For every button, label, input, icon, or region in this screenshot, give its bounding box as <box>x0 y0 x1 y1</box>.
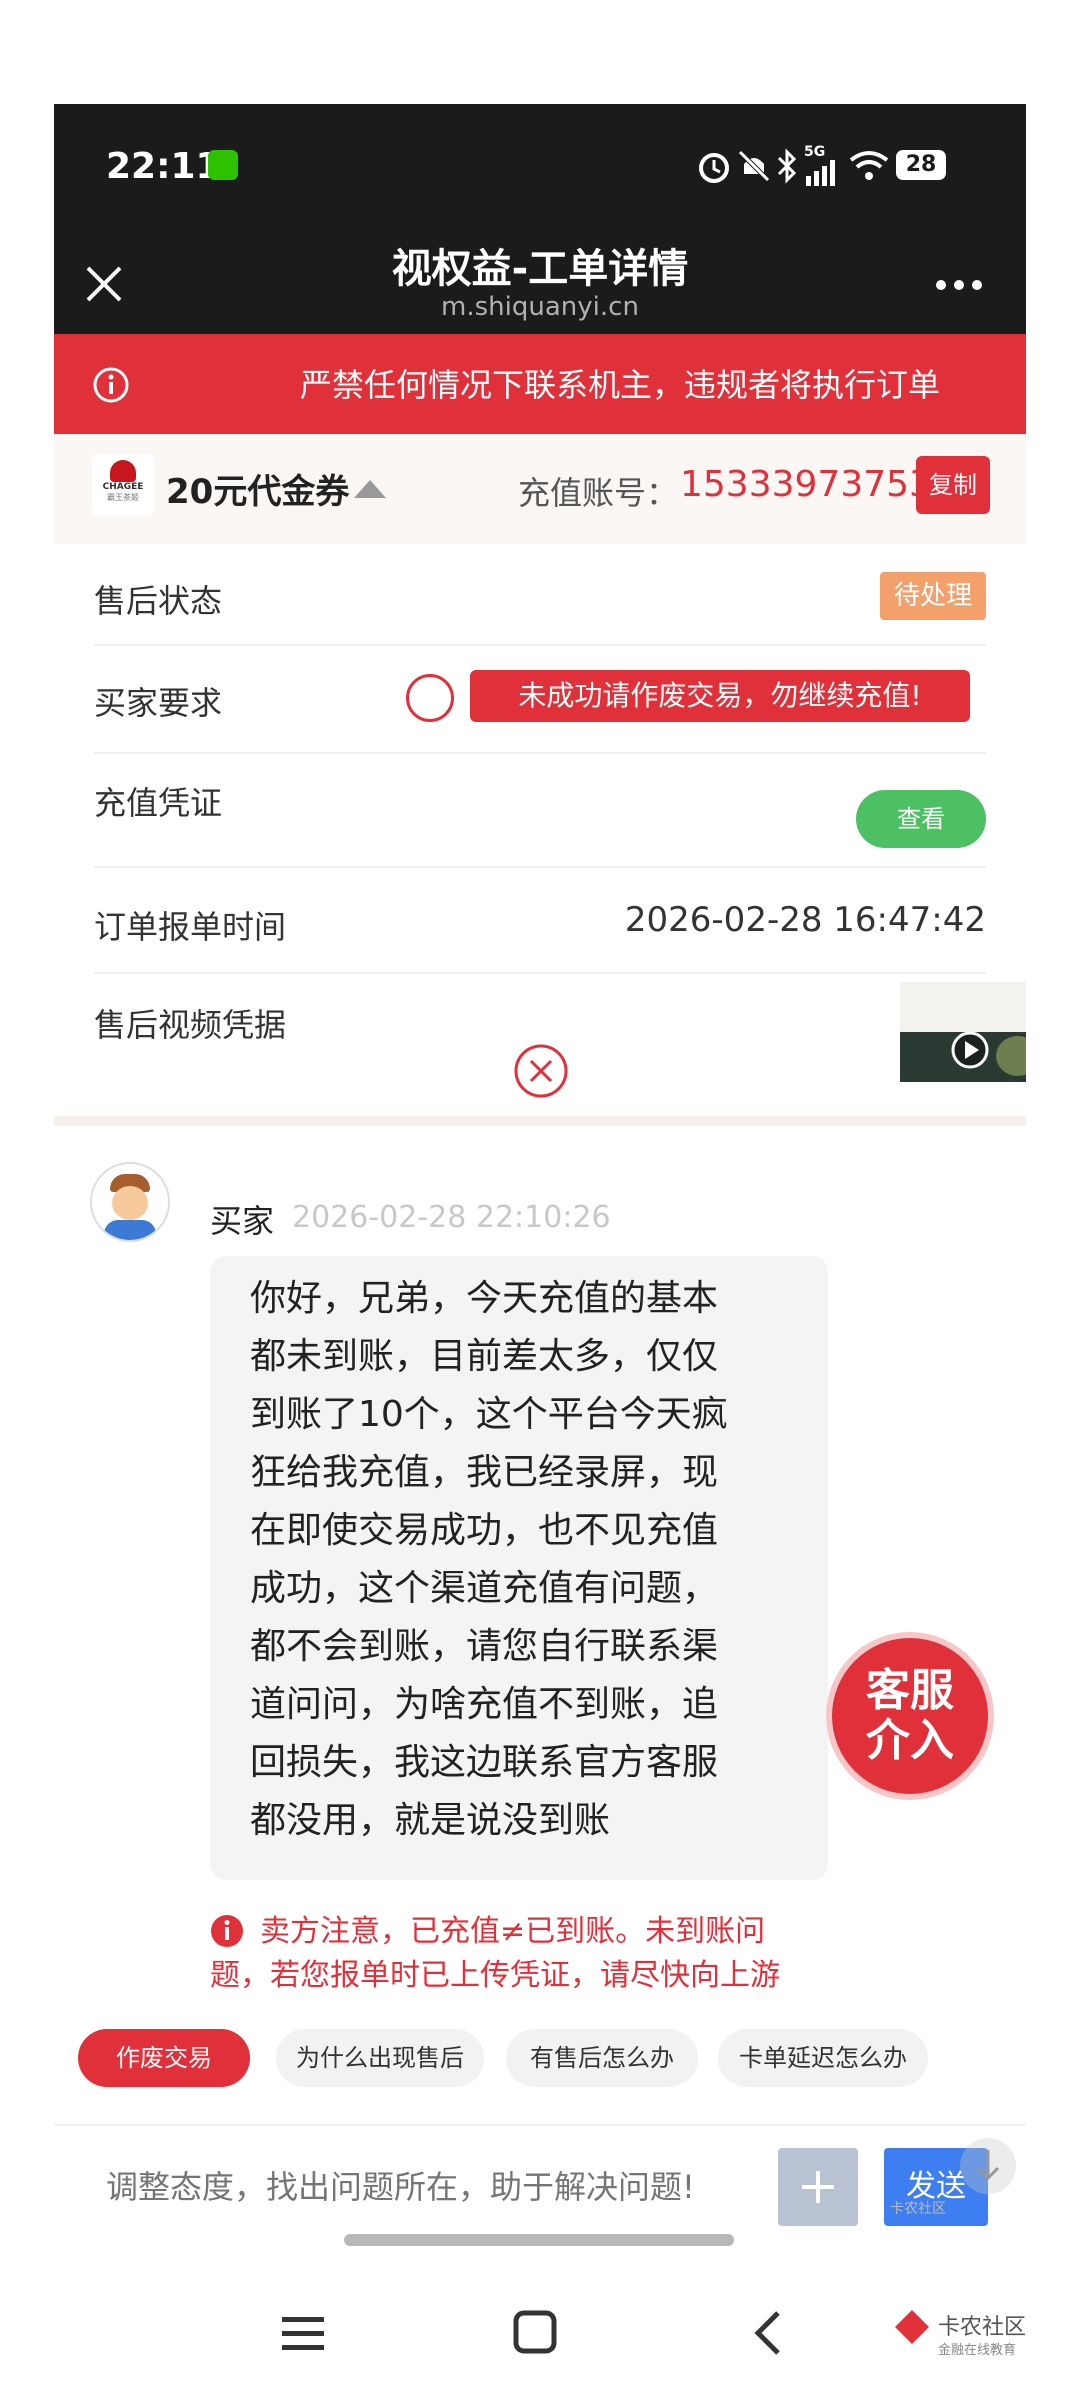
customer-service-button[interactable]: 客服 介入 <box>832 1638 988 1794</box>
play-icon[interactable] <box>950 1030 990 1070</box>
video-proof-label: 售后视频凭据 <box>94 1006 287 1044</box>
plus-icon <box>802 2171 834 2203</box>
order-time-label: 订单报单时间 <box>94 908 287 946</box>
how-after-sale-chip[interactable]: 有售后怎么办 <box>506 2029 698 2087</box>
video-thumbnail[interactable] <box>900 982 1026 1082</box>
quick-actions: 作废交易 为什么出现售后 有售后怎么办 卡单延迟怎么办 <box>54 2029 1026 2129</box>
account-label: 充值账号： <box>518 474 679 512</box>
avatar[interactable] <box>90 1162 170 1242</box>
message-line: 都没用，就是说没到账 <box>250 1800 611 1841</box>
signal-icon <box>806 160 835 186</box>
after-sale-label: 售后状态 <box>94 582 223 620</box>
info-icon <box>93 367 129 403</box>
message-line: 你好，兄弟，今天充值的基本 <box>250 1278 719 1319</box>
home-indicator <box>344 2234 734 2246</box>
video-proof-row: 售后视频凭据 <box>94 972 1026 1116</box>
delay-chip[interactable]: 卡单延迟怎么办 <box>718 2029 928 2087</box>
account-number: 15333973753 <box>680 464 932 505</box>
view-proof-button[interactable]: 查看 <box>856 790 986 848</box>
product-header: CHAGEE 霸王茶姬 20元代金券 充值账号： 15333973753 复制 <box>54 434 1026 544</box>
request-radio[interactable] <box>406 674 454 722</box>
message-line: 成功，这个渠道充值有问题， <box>250 1568 719 1609</box>
proof-row: 充值凭证 查看 <box>94 752 986 868</box>
remove-icon[interactable] <box>512 1042 570 1100</box>
download-icon[interactable] <box>958 2136 1018 2196</box>
order-time-row: 订单报单时间 2026-02-28 16:47:42 <box>94 866 986 974</box>
section-divider <box>54 1116 1026 1126</box>
message-timestamp: 2026-02-28 22:10:26 <box>292 1200 611 1235</box>
void-trade-chip[interactable]: 作废交易 <box>78 2029 250 2087</box>
notice-line1: 卖方注意，已充值≠已到账。未到账问 <box>260 1914 766 1949</box>
back-icon[interactable] <box>748 2309 788 2357</box>
message-line: 都未到账，目前差太多，仅仅 <box>250 1336 719 1377</box>
why-after-sale-chip[interactable]: 为什么出现售后 <box>276 2029 484 2087</box>
message-line: 到账了10个，这个平台今天疯 <box>250 1394 728 1435</box>
notice-line2: 题，若您报单时已上传凭证，请尽快向上游 <box>210 1958 780 1990</box>
kanong-logo <box>895 2310 929 2344</box>
banner-text: 严禁任何情况下联系机主，违规者将执行订单 <box>300 366 941 404</box>
warning-banner: 严禁任何情况下联系机主，违规者将执行订单 <box>54 334 1026 434</box>
page-title: 视权益-工单详情 <box>391 246 689 292</box>
buyer-request-label: 买家要求 <box>94 684 223 722</box>
title-bar: 视权益-工单详情 m.shiquanyi.cn <box>54 224 1026 334</box>
battery-icon: 28 <box>896 150 946 180</box>
menu-icon[interactable] <box>280 2313 326 2353</box>
network-type: 5G <box>804 144 826 160</box>
product-name: 20元代金券 <box>166 472 350 512</box>
page-url: m.shiquanyi.cn <box>441 292 639 322</box>
more-icon[interactable] <box>934 278 984 292</box>
status-bar: 22:11 5G 28 <box>54 104 1026 224</box>
message-line: 回损失，我这边联系官方客服 <box>250 1742 719 1783</box>
buyer-request-tag: 未成功请作废交易，勿继续充值! <box>470 670 970 722</box>
caret-up-icon[interactable] <box>352 476 388 500</box>
wifi-icon <box>849 151 889 180</box>
watermark-small: 卡农社区 <box>890 2201 946 2217</box>
mute-icon <box>738 150 770 182</box>
message-line: 道问问，为啥充值不到账，追 <box>250 1684 719 1725</box>
watermark-name: 卡农社区 <box>938 2315 1027 2340</box>
bluetooth-icon <box>777 148 797 184</box>
buyer-request-row: 买家要求 未成功请作废交易，勿继续充值! <box>94 644 986 754</box>
chat-area: 买家 2026-02-28 22:10:26 你好，兄弟，今天充值的基本 都未到… <box>54 1126 1026 2056</box>
sender-name: 买家 <box>210 1202 275 1240</box>
system-nav-bar: 卡农社区 金融在线教育 <box>0 2265 1080 2400</box>
service-badge-line2: 介入 <box>866 1715 954 1766</box>
phone-screen: 22:11 5G 28 视权益-工单详情 m.shiquanyi.cn 严禁任何… <box>54 104 1026 2265</box>
order-time-value: 2026-02-28 16:47:42 <box>624 900 986 940</box>
proof-label: 充值凭证 <box>94 784 223 822</box>
message-line: 在即使交易成功，也不见充值 <box>250 1510 719 1551</box>
wechat-icon <box>208 150 238 180</box>
message-line: 都不会到账，请您自行联系渠 <box>250 1626 719 1667</box>
message-input[interactable] <box>54 2146 808 2228</box>
message-line: 狂给我充值，我已经录屏，现 <box>250 1452 719 1493</box>
alarm-icon <box>699 153 729 183</box>
message-bubble: 你好，兄弟，今天充值的基本 都未到账，目前差太多，仅仅 到账了10个，这个平台今… <box>210 1256 828 1880</box>
seller-notice: 卖方注意，已充值≠已到账。未到账问 题，若您报单时已上传凭证，请尽快向上游 <box>210 1910 850 1990</box>
service-badge-line1: 客服 <box>866 1665 954 1716</box>
chagee-logo: CHAGEE 霸王茶姬 <box>92 454 154 516</box>
after-sale-status-row: 售后状态 待处理 <box>94 544 986 646</box>
add-button[interactable] <box>778 2148 858 2226</box>
status-time: 22:11 <box>106 146 221 187</box>
watermark-slogan: 金融在线教育 <box>938 2343 1017 2358</box>
battery-level: 28 <box>905 152 937 177</box>
home-icon[interactable] <box>512 2309 558 2355</box>
copy-button[interactable]: 复制 <box>916 456 990 514</box>
status-badge: 待处理 <box>880 572 986 620</box>
